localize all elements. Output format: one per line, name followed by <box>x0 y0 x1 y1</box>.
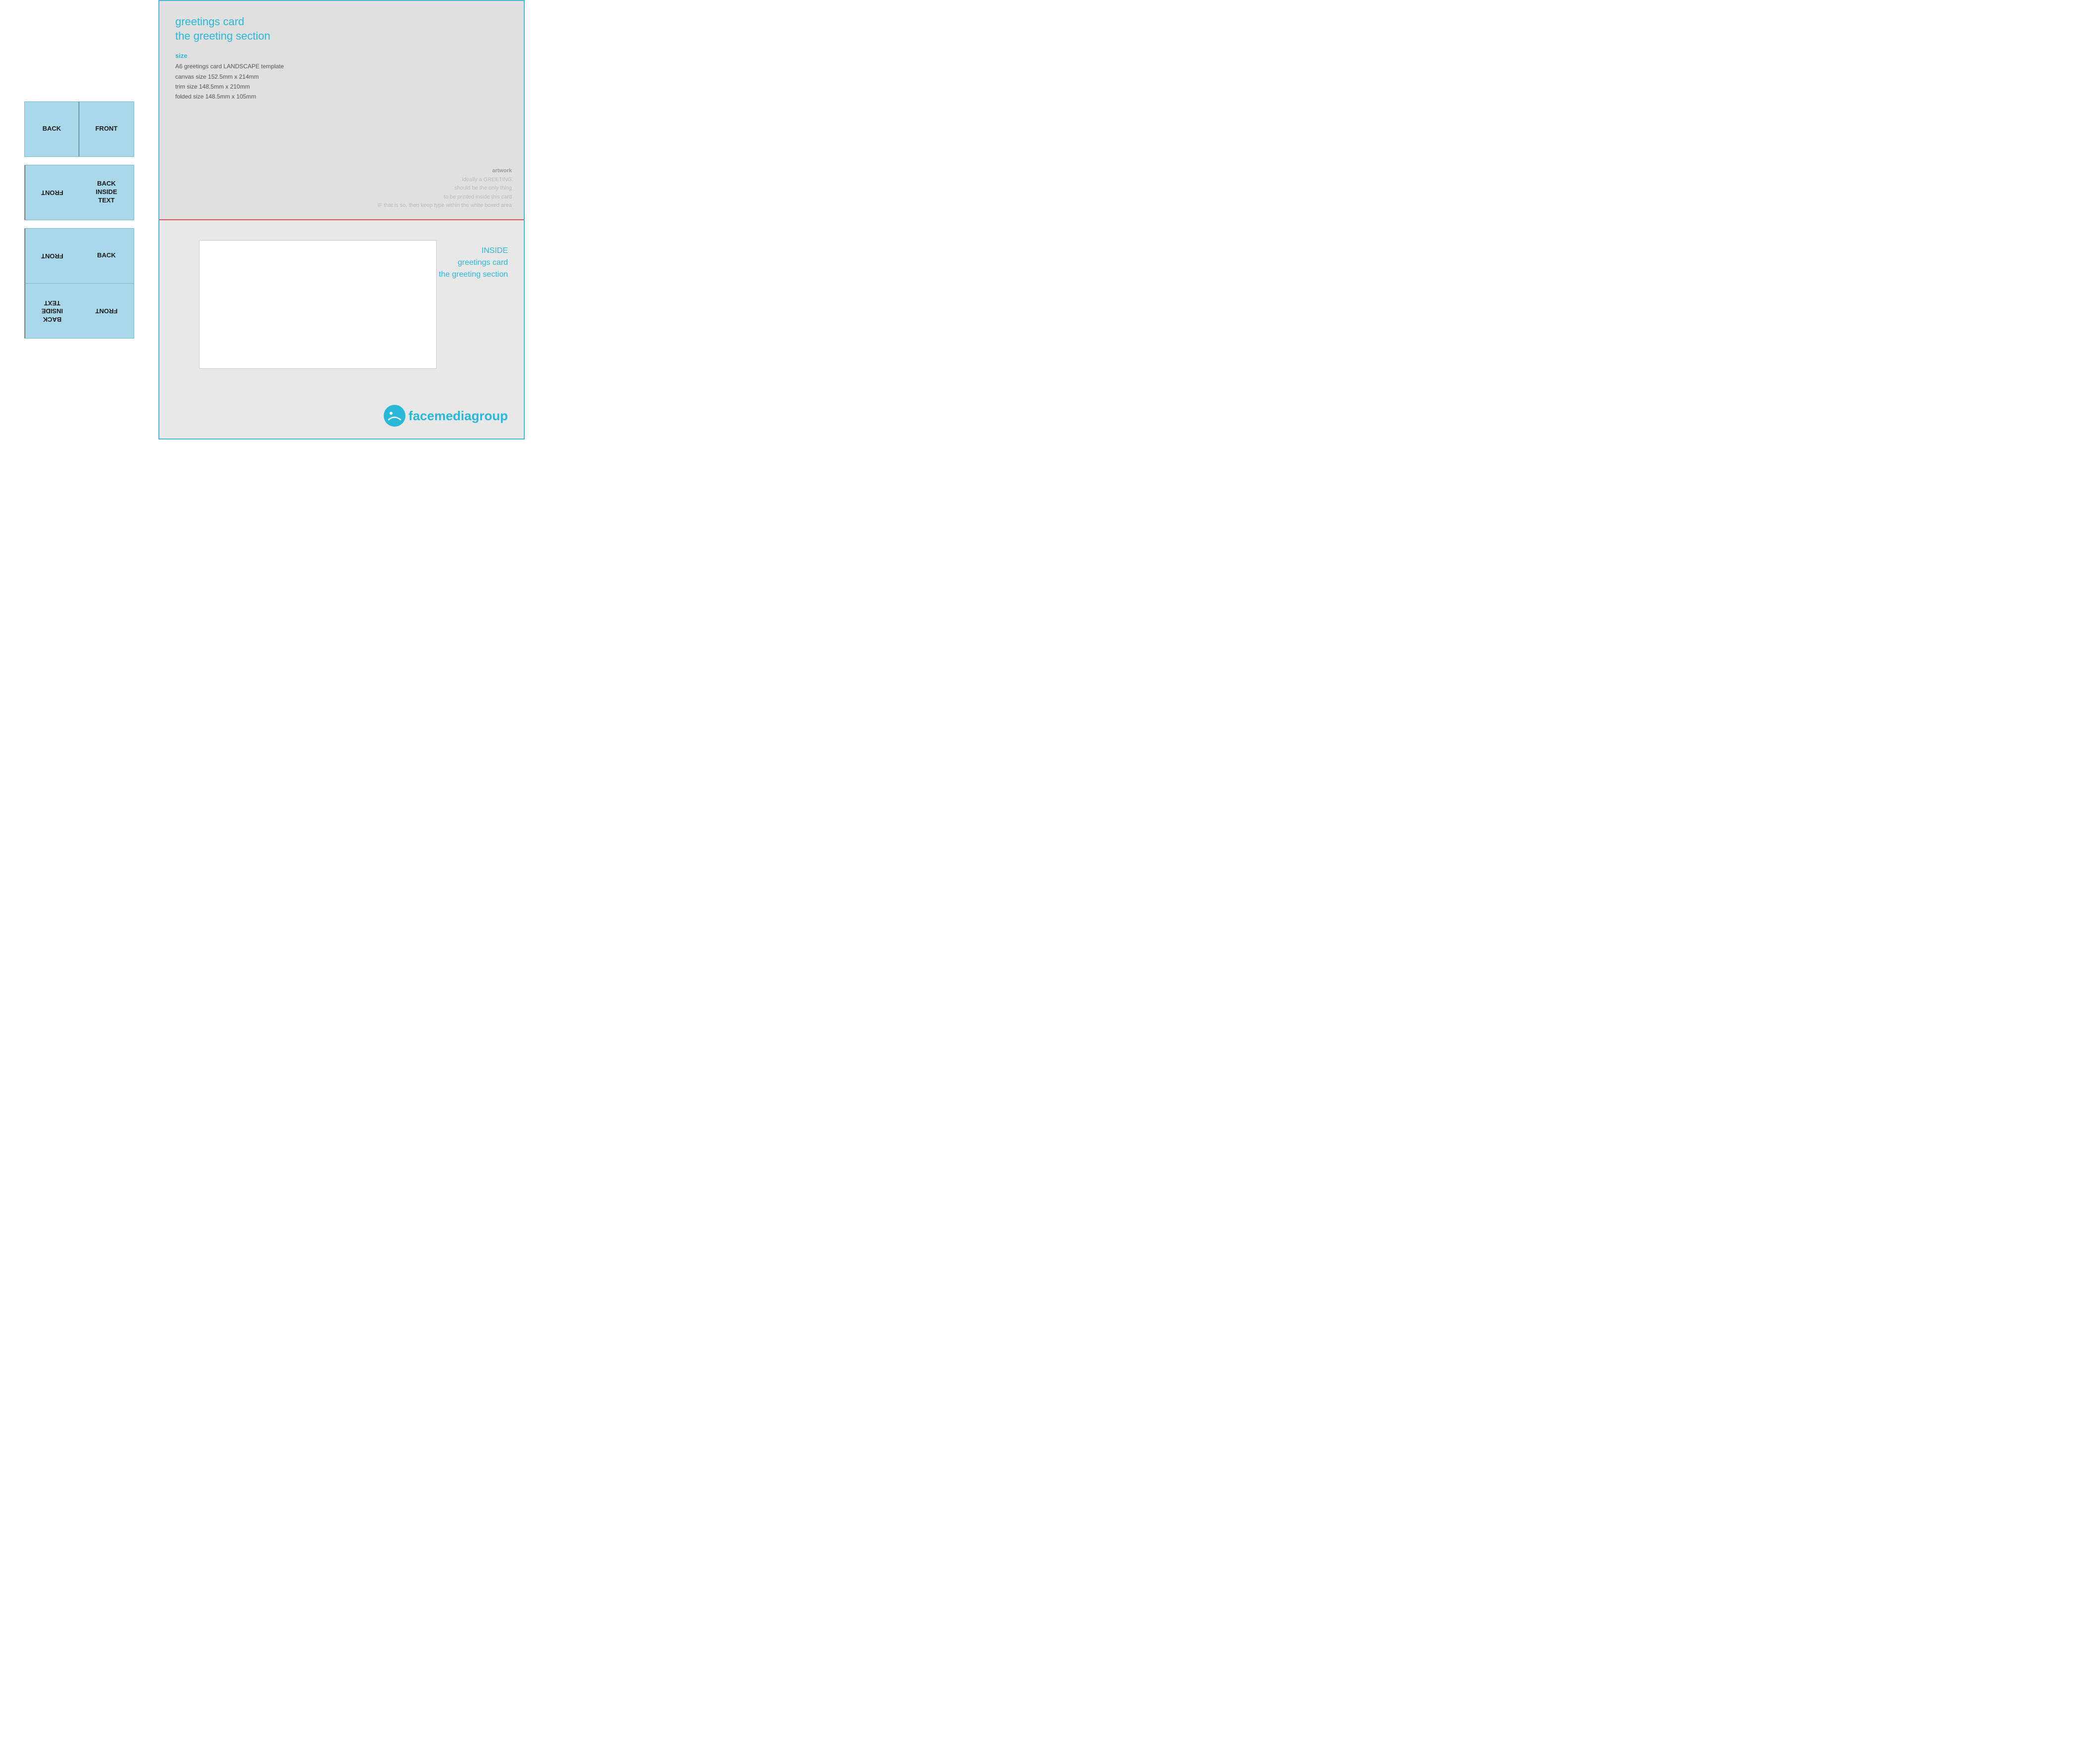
diagram-1-back-label: BACK <box>43 125 61 133</box>
right-panel: greetings card the greeting section size… <box>158 0 525 440</box>
title-line1: greetings card <box>175 15 244 28</box>
inside-line2: greetings card <box>439 257 508 269</box>
artwork-line-3: to be printed inside this card <box>444 194 512 200</box>
fmg-text-container: facemediagroup <box>408 408 508 424</box>
diagram-2: FRONT BACK INSIDE TEXT <box>24 165 134 220</box>
fmg-text-plain: mediagroup <box>434 408 508 423</box>
inside-label: INSIDE greetings card the greeting secti… <box>439 245 508 281</box>
artwork-line-1: ideally a GREETING <box>462 177 512 183</box>
left-panel: BACK FRONT FRONT BACK INSIDE TEXT <box>0 0 158 440</box>
size-info: A6 greetings card LANDSCAPE template can… <box>175 61 508 102</box>
diagram-1-front-label: FRONT <box>96 125 118 133</box>
bottom-half: INSIDE greetings card the greeting secti… <box>159 220 524 439</box>
diagram-3: FRONT BACK BACK INSIDE TEXT FRONT <box>24 228 134 339</box>
diagram-2-row: FRONT BACK INSIDE TEXT <box>25 165 134 220</box>
artwork-note: artwork ideally a GREETING should be the… <box>378 167 512 210</box>
diagram-3-front2-label: FRONT <box>96 306 118 315</box>
diagram-2-front-label: FRONT <box>41 188 63 196</box>
artwork-line-2: should be the only thing <box>454 185 512 191</box>
top-half: greetings card the greeting section size… <box>159 1 524 220</box>
diagram-3-front2-cell: FRONT <box>79 284 134 338</box>
size-line-2: canvas size 152.5mm x 214mm <box>175 72 508 82</box>
fmg-logo: facemediagroup <box>384 405 508 427</box>
diagram-3-front-cell: FRONT <box>25 229 79 283</box>
size-line-1: A6 greetings card LANDSCAPE template <box>175 61 508 71</box>
size-label: size <box>175 52 508 59</box>
diagram-3-back-cell: BACK <box>79 229 134 283</box>
diagram-3-row2: BACK INSIDE TEXT FRONT <box>25 283 134 338</box>
diagram-1-back-cell: BACK <box>25 102 79 156</box>
fmg-text-accent: face <box>408 408 434 423</box>
top-title: greetings card the greeting section <box>175 15 508 43</box>
diagram-1-front-cell: FRONT <box>79 102 134 156</box>
diagram-3-front-label: FRONT <box>41 251 63 260</box>
diagram-2-front-cell: FRONT <box>25 165 79 220</box>
diagram-3-back-label: BACK <box>97 251 116 260</box>
diagram-2-back-inside-cell: BACK INSIDE TEXT <box>79 165 134 220</box>
diagram-3-row1: FRONT BACK <box>25 229 134 283</box>
title-line2: the greeting section <box>175 30 270 42</box>
inside-line1: INSIDE <box>439 245 508 257</box>
fmg-icon <box>384 405 405 427</box>
diagram-2-back-inside-label: BACK INSIDE TEXT <box>96 180 117 205</box>
diagram-1-row: BACK FRONT <box>25 102 134 156</box>
diagram-3-inside-label: BACK INSIDE TEXT <box>42 298 63 323</box>
inside-white-box <box>199 240 437 369</box>
size-line-3: trim size 148.5mm x 210mm <box>175 82 508 92</box>
card-diagrams: BACK FRONT FRONT BACK INSIDE TEXT <box>24 101 134 339</box>
diagram-3-inside-cell: BACK INSIDE TEXT <box>25 284 79 338</box>
size-line-4: folded size 148.5mm x 105mm <box>175 92 508 101</box>
inside-line3: the greeting section <box>439 269 508 281</box>
artwork-label: artwork <box>492 168 512 174</box>
artwork-line-4: IF that is so, then keep type within the… <box>378 202 512 208</box>
diagram-1: BACK FRONT <box>24 101 134 157</box>
